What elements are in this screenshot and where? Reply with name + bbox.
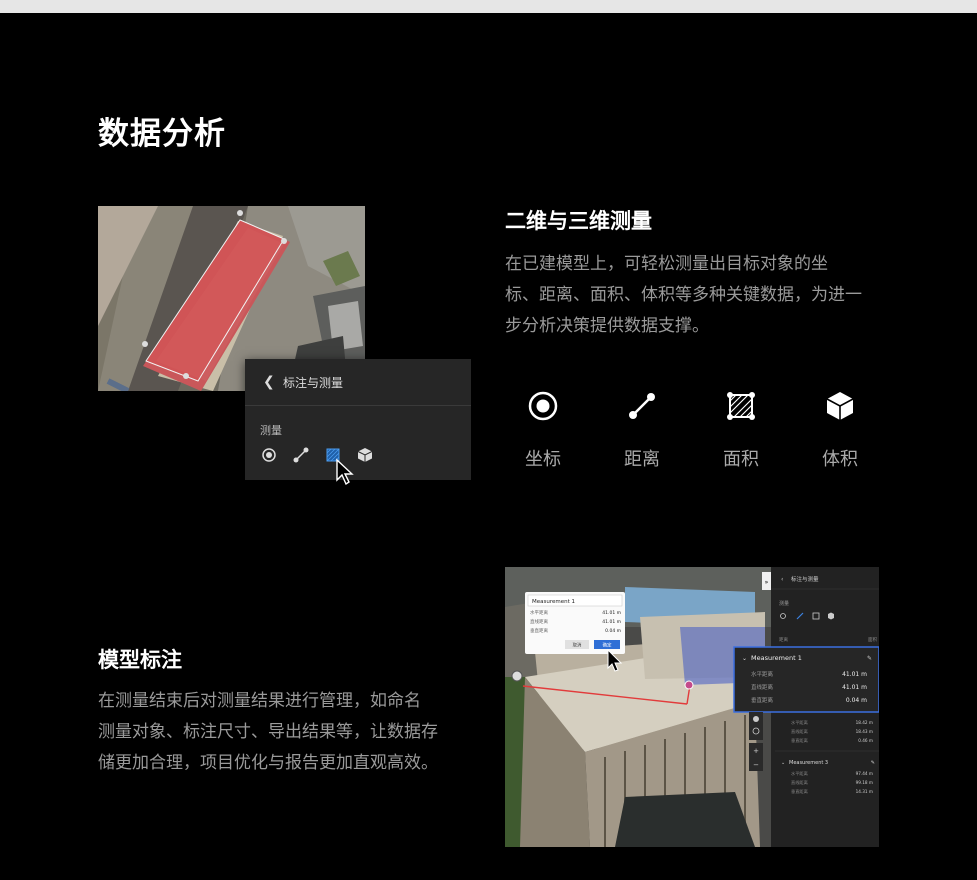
dialog-title: Measurement 1 [532, 599, 575, 605]
annotate-desc-line: 在测量结束后对测量结果进行管理，如命名 [98, 691, 421, 711]
volume-icon [800, 385, 880, 427]
measure-desc-line: 在已建模型上，可轻松测量出目标对象的坐 [505, 254, 828, 274]
mouse-cursor-icon [336, 458, 354, 486]
area-icon [701, 385, 781, 427]
card1-row-label: 垂直距离 [751, 696, 774, 704]
svg-text:»: » [765, 579, 769, 586]
card1-row-label: 水平距离 [751, 670, 774, 678]
card2-row-label: 垂直距离 [791, 737, 808, 744]
measure-desc-line: 标、距离、面积、体积等多种关键数据，为进一 [505, 285, 862, 305]
back-chevron-icon[interactable]: ❮ [263, 374, 283, 390]
card2-row-label: 直线距离 [791, 728, 808, 735]
distance-icon [602, 385, 682, 427]
card3-row-value: 99.18 m [856, 780, 873, 785]
feature-distance: 距离 [602, 385, 682, 471]
browser-top-bar [0, 0, 977, 13]
measure-feature-list: 坐标 距离 面积 体积 [505, 385, 885, 475]
dialog-row-label: 直线距离 [530, 618, 548, 625]
card3-row-label: 直线距离 [791, 779, 808, 786]
list-label-right: 面积 [868, 636, 877, 643]
volume-tool-icon[interactable] [357, 447, 373, 463]
card1-row-value: 41.01 m [842, 684, 867, 691]
annotate-desc-line: 储更加合理，项目优化与报告更加直观高效。 [98, 753, 438, 773]
feature-volume: 体积 [800, 385, 880, 471]
list-label-left: 距离 [779, 636, 788, 643]
svg-text:✎: ✎ [867, 655, 872, 662]
measure-desc-line: 步分析决策提供数据支撑。 [505, 316, 709, 336]
feature-area: 面积 [701, 385, 781, 471]
annotate-description: 在测量结束后对测量结果进行管理，如命名 测量对象、标注尺寸、导出结果等，让数据存… [98, 686, 488, 779]
measurement-dialog: Measurement 1 水平距离 41.01 m 直线距离 41.01 m … [525, 592, 625, 654]
side-panel-title: 标注与测量 [791, 575, 819, 583]
page-title: 数据分析 [98, 116, 226, 152]
dialog-row-value: 0.04 m [605, 628, 621, 634]
model-annotation-screenshot: Measurement 1 水平距离 41.01 m 直线距离 41.01 m … [505, 567, 879, 847]
card2-row-value: 18.42 m [856, 720, 873, 725]
card3-row-label: 垂直距离 [791, 788, 808, 795]
measure-description: 在已建模型上，可轻松测量出目标对象的坐 标、距离、面积、体积等多种关键数据，为进… [505, 249, 905, 342]
point-icon [503, 385, 583, 427]
side-section-label: 测量 [779, 600, 789, 607]
card1-row-value: 41.01 m [842, 671, 867, 678]
dialog-row-value: 41.01 m [602, 610, 621, 616]
cancel-label: 取消 [573, 642, 582, 649]
card2-row-value: 18.43 m [856, 729, 873, 734]
card3-row-value: 14.31 m [856, 789, 873, 794]
feature-coordinate: 坐标 [503, 385, 583, 471]
card1-title: Measurement 1 [751, 654, 802, 662]
card3-title: Measurement 3 [789, 760, 828, 766]
annotate-desc-line: 测量对象、标注尺寸、导出结果等，让数据存 [98, 722, 438, 742]
card3-row-value: 97.44 m [856, 771, 873, 776]
card1-row-label: 直线距离 [751, 683, 774, 691]
dialog-row-value: 41.01 m [602, 619, 621, 625]
panel-section-label: 测量 [260, 424, 282, 437]
measure-tool-panel: ❮ 标注与测量 测量 [245, 359, 471, 480]
measure-heading: 二维与三维测量 [505, 209, 652, 233]
svg-text:✎: ✎ [871, 760, 875, 766]
card2-row-label: 水平距离 [791, 719, 808, 726]
svg-text:+: + [753, 747, 759, 755]
svg-text:⌄: ⌄ [781, 760, 785, 766]
feature-label: 坐标 [525, 449, 561, 470]
point-tool-icon[interactable] [261, 447, 277, 463]
panel-title: 标注与测量 [283, 375, 344, 390]
feature-label: 距离 [624, 449, 660, 470]
svg-text:⌄: ⌄ [742, 655, 747, 662]
dialog-row-label: 水平距离 [530, 609, 548, 616]
confirm-label: 确定 [603, 642, 612, 649]
distance-tool-icon[interactable] [293, 447, 309, 463]
card2-row-value: 0.46 m [858, 738, 873, 743]
card3-row-label: 水平距离 [791, 770, 808, 777]
svg-text:−: − [753, 761, 759, 769]
feature-label: 面积 [723, 449, 759, 470]
card1-row-value: 0.04 m [846, 697, 867, 704]
feature-label: 体积 [822, 449, 858, 470]
annotate-heading: 模型标注 [98, 648, 182, 672]
svg-text:‹: ‹ [781, 576, 783, 583]
dialog-row-label: 垂直距离 [530, 627, 548, 634]
